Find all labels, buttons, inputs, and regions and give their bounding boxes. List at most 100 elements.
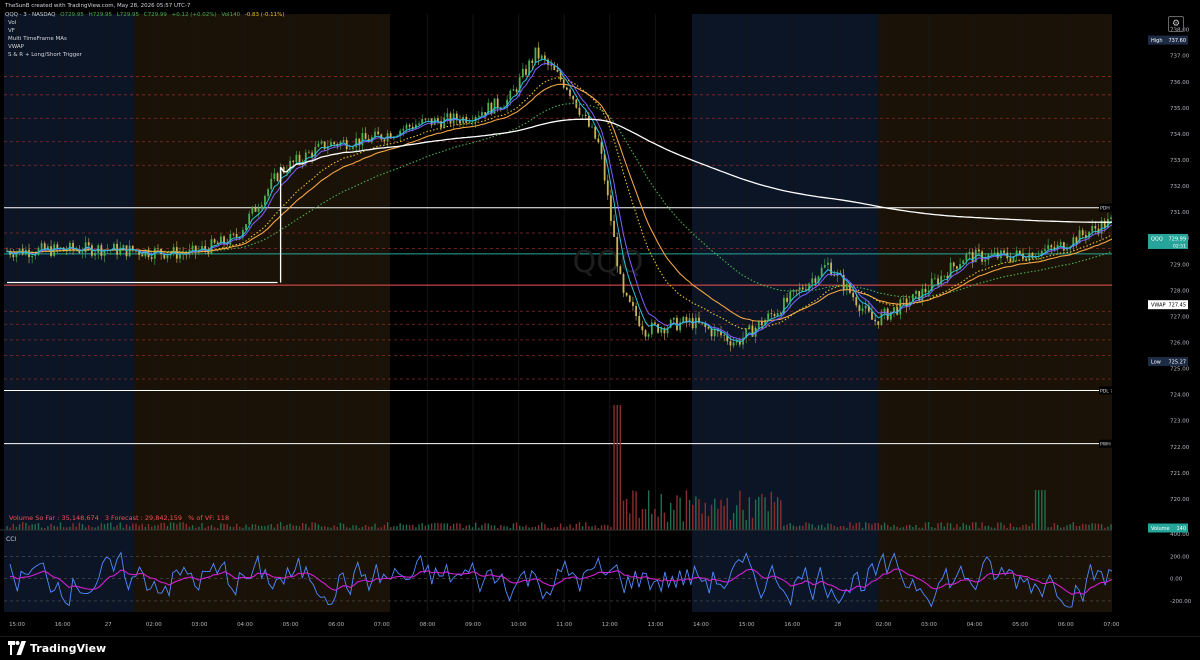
candle-body (471, 121, 474, 123)
volume-bar (984, 526, 986, 530)
price-badge-value: 727.45 (1169, 303, 1187, 309)
candle-body (468, 121, 471, 123)
candle-body (270, 178, 273, 190)
volume-bar (220, 523, 222, 530)
volume-bar (484, 523, 486, 530)
volume-bar (125, 524, 128, 530)
volume-bar (393, 526, 395, 530)
volume-bar (682, 521, 684, 530)
price-axis-tick: 727.00 (1170, 314, 1190, 320)
candle-body (556, 69, 559, 72)
volume-bar (1088, 524, 1090, 530)
volume-bar (905, 525, 908, 530)
volume-bar (465, 525, 467, 530)
candle-body (216, 242, 219, 244)
candle-body (805, 289, 807, 291)
gear-icon[interactable]: ⚙ (1168, 16, 1184, 32)
time-axis-tick: 11:00 (556, 622, 572, 628)
price-badge-value: 737.60 (1169, 38, 1187, 44)
candle-body (248, 213, 251, 225)
volume-bar (1078, 525, 1081, 530)
chart-header: TheSunB created with TradingView.com, Ma… (5, 3, 288, 19)
indicator-sr-trigger[interactable]: S & R + Long/Short Trigger (8, 52, 82, 60)
candle-body (1059, 242, 1062, 245)
cci-pane-label[interactable]: CCI (6, 536, 16, 543)
volume-bar (688, 499, 691, 530)
volume-bar (418, 524, 420, 530)
candle-body (990, 254, 993, 255)
volume-bar (893, 524, 895, 530)
volume-bar (18, 524, 21, 530)
candle-body (446, 113, 449, 118)
candle-body (801, 287, 804, 290)
candle-body (647, 334, 650, 337)
volume-bar (147, 524, 150, 530)
price-badge-label: Volume (1151, 526, 1170, 532)
ohlc-change: +0.12 (+0.02%) (171, 12, 217, 18)
candle-body (251, 206, 254, 214)
volume-bar (669, 502, 672, 530)
volume-bar (751, 517, 754, 530)
candle-body (654, 322, 656, 325)
price-chart[interactable]: PDH 731.17LONG 729.40SHORT 728.20PDL 724… (0, 0, 1200, 659)
volume-bar (132, 523, 134, 530)
volume-forecast-pct: % of VF: 118 (188, 514, 230, 522)
volume-bar (490, 525, 493, 530)
candle-body (632, 301, 634, 306)
volume-bar (1003, 524, 1005, 530)
volume-bar (59, 522, 62, 530)
volume-bar (301, 523, 304, 530)
volume-bar (110, 522, 112, 530)
volume-bar (295, 525, 298, 530)
volume-bar (333, 525, 335, 530)
tradingview-logo[interactable]: TradingView (8, 641, 106, 655)
candle-body (934, 278, 936, 280)
volume-bar (286, 524, 288, 530)
volume-bar (56, 526, 59, 530)
volume-bar (298, 526, 301, 530)
volume-bar (150, 526, 153, 530)
candle-body (729, 341, 732, 346)
volume-bar (399, 523, 401, 530)
volume-bar (103, 524, 106, 530)
price-axis-tick: 726.00 (1170, 341, 1190, 347)
volume-bar (581, 526, 584, 530)
candle-body (43, 243, 46, 250)
indicator-mtf-mas[interactable]: Multi TimeFrame MAs (8, 36, 82, 44)
candle-body (852, 292, 855, 298)
volume-bar (191, 525, 194, 530)
volume-bar (880, 525, 883, 530)
volume-bar (647, 490, 650, 530)
price-badge-label: VWAP (1151, 303, 1166, 309)
volume-bar (276, 523, 279, 530)
indicator-vwap[interactable]: VWAP (8, 44, 82, 52)
volume-bar (207, 526, 210, 530)
candle-body (770, 313, 773, 315)
volume-bar (166, 525, 169, 530)
candle-body (650, 322, 653, 335)
candle-body (298, 154, 301, 162)
volume-bar (75, 526, 77, 530)
volume-bar (1066, 525, 1068, 530)
candle-body (122, 245, 125, 248)
volume-bar (235, 523, 238, 530)
volume-bar (245, 524, 247, 530)
candle-body (628, 295, 631, 302)
volume-bar (487, 523, 489, 530)
volume-bar (717, 508, 719, 530)
volume-bar (1100, 524, 1103, 530)
indicator-vol[interactable]: Vol (8, 20, 82, 28)
indicator-vf[interactable]: VF (8, 28, 82, 36)
candle-body (591, 126, 593, 128)
symbol-label[interactable]: QQQ · 3 · NASDAQ (5, 12, 55, 18)
volume-bar (720, 499, 722, 530)
time-axis-tick: 10:00 (511, 622, 527, 628)
candle-body (660, 328, 663, 333)
volume-bar (729, 519, 732, 530)
volume-bar (805, 522, 807, 530)
candle-body (600, 142, 603, 154)
candle-body (610, 195, 612, 221)
candle-body (773, 314, 776, 316)
volume-bar (585, 522, 587, 530)
volume-bar (185, 523, 187, 530)
